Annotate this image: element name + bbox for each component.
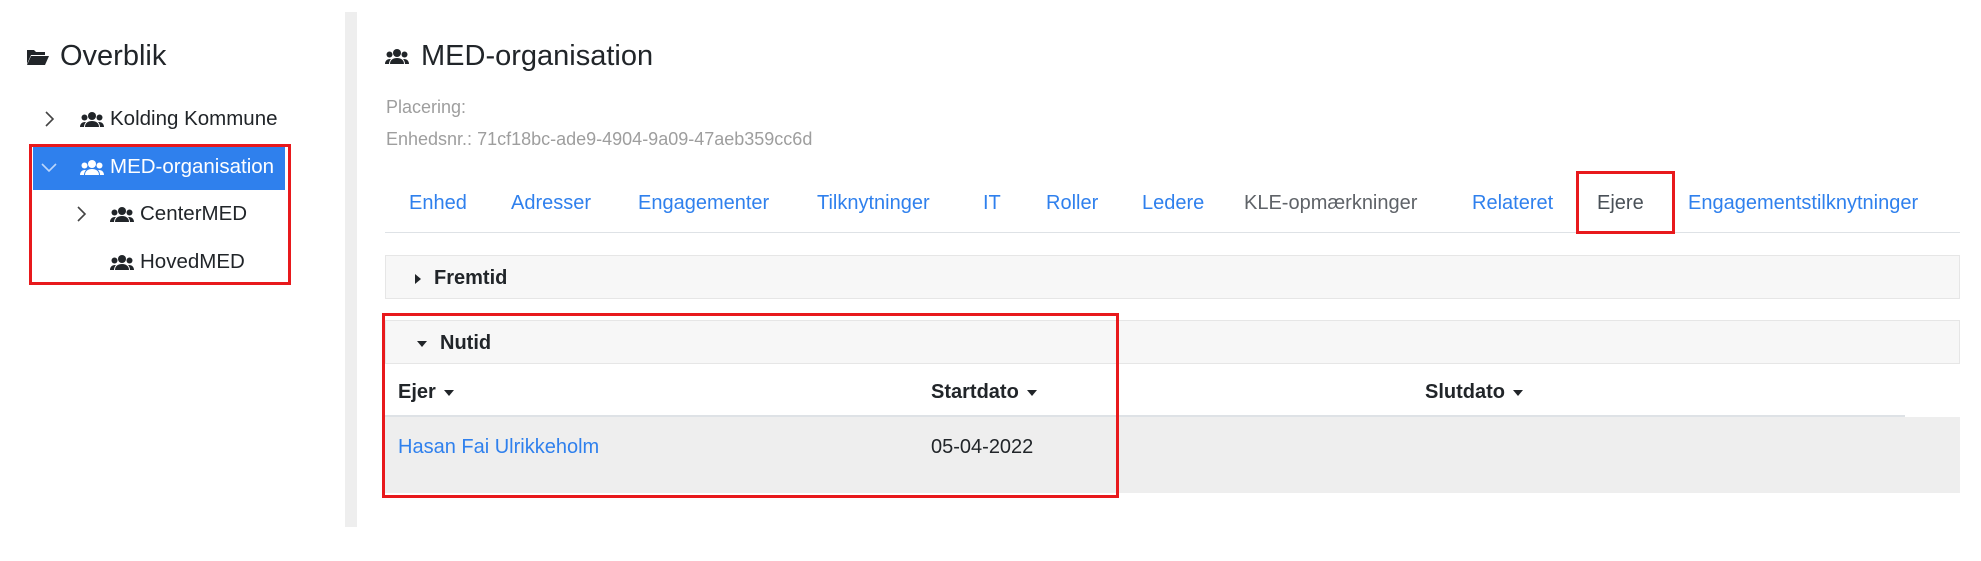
- sidebar-title: Overblik: [26, 40, 166, 73]
- sidebar-item-hovedmed[interactable]: HovedMED: [110, 239, 285, 285]
- tab-tilknytninger[interactable]: Tilknytninger: [817, 192, 930, 215]
- tab-ledere[interactable]: Ledere: [1142, 192, 1204, 215]
- nutid-panel-header[interactable]: Nutid: [385, 320, 1960, 364]
- ejer-link[interactable]: Hasan Fai Ulrikkeholm: [398, 436, 599, 459]
- fremtid-panel-header[interactable]: Fremtid: [385, 255, 1960, 299]
- sidebar-item-kolding-kommune[interactable]: Kolding Kommune: [36, 96, 284, 142]
- sidebar-item-centermed[interactable]: CenterMED: [70, 191, 285, 237]
- caret-down-icon: [416, 340, 428, 348]
- users-icon: [80, 159, 104, 176]
- tab-it[interactable]: IT: [983, 192, 1001, 215]
- sidebar-item-med-organisation[interactable]: MED-organisation: [33, 144, 285, 190]
- page-title: MED-organisation: [385, 40, 653, 73]
- sort-caret-icon[interactable]: [1512, 389, 1524, 397]
- tab-engagementstilknytninger[interactable]: Engagementstilknytninger: [1688, 192, 1918, 215]
- tab-engagementer[interactable]: Engagementer: [638, 192, 769, 215]
- nutid-label: Nutid: [440, 332, 492, 354]
- tab-adresser[interactable]: Adresser: [511, 192, 591, 215]
- fremtid-label: Fremtid: [434, 267, 508, 289]
- users-icon: [110, 254, 134, 271]
- sidebar-title-text: Overblik: [60, 40, 167, 72]
- enhedsnr-text: Enhedsnr.: 71cf18bc-ade9-4904-9a09-47aeb…: [386, 129, 813, 149]
- sidebar-item-label: Kolding Kommune: [110, 107, 278, 130]
- table-row: Hasan Fai Ulrikkeholm 05-04-2022: [385, 417, 1960, 493]
- sort-caret-icon[interactable]: [443, 389, 455, 397]
- page-title-text: MED-organisation: [421, 40, 654, 72]
- sidebar-divider: [345, 12, 357, 527]
- column-ejer[interactable]: Ejer: [398, 381, 455, 404]
- users-icon: [80, 111, 104, 128]
- users-icon: [110, 206, 134, 223]
- column-slutdato[interactable]: Slutdato: [1425, 381, 1524, 404]
- tab-enhed[interactable]: Enhed: [409, 192, 467, 215]
- chevron-down-icon[interactable]: [40, 158, 58, 176]
- sidebar-item-label: MED-organisation: [110, 155, 275, 178]
- startdato-cell: 05-04-2022: [931, 436, 1034, 458]
- sidebar-item-label: CenterMED: [140, 202, 248, 225]
- column-startdato[interactable]: Startdato: [931, 381, 1038, 404]
- tab-roller[interactable]: Roller: [1046, 192, 1098, 215]
- table-header: Ejer Startdato Slutdato: [385, 369, 1905, 417]
- chevron-right-icon[interactable]: [40, 110, 58, 128]
- users-icon: [385, 48, 409, 65]
- placering-label: Placering:: [386, 97, 467, 117]
- folder-open-icon: [26, 47, 50, 67]
- tab-bar: Enhed Adresser Engagementer Tilknytninge…: [385, 178, 1960, 233]
- chevron-right-icon[interactable]: [72, 205, 90, 223]
- sidebar-item-label: HovedMED: [140, 250, 245, 273]
- caret-right-icon: [414, 273, 422, 285]
- tab-kle-opmaerkninger[interactable]: KLE-opmærkninger: [1244, 192, 1417, 215]
- tab-relateret[interactable]: Relateret: [1472, 192, 1553, 215]
- sort-caret-icon[interactable]: [1026, 389, 1038, 397]
- tab-ejere[interactable]: Ejere: [1597, 192, 1644, 215]
